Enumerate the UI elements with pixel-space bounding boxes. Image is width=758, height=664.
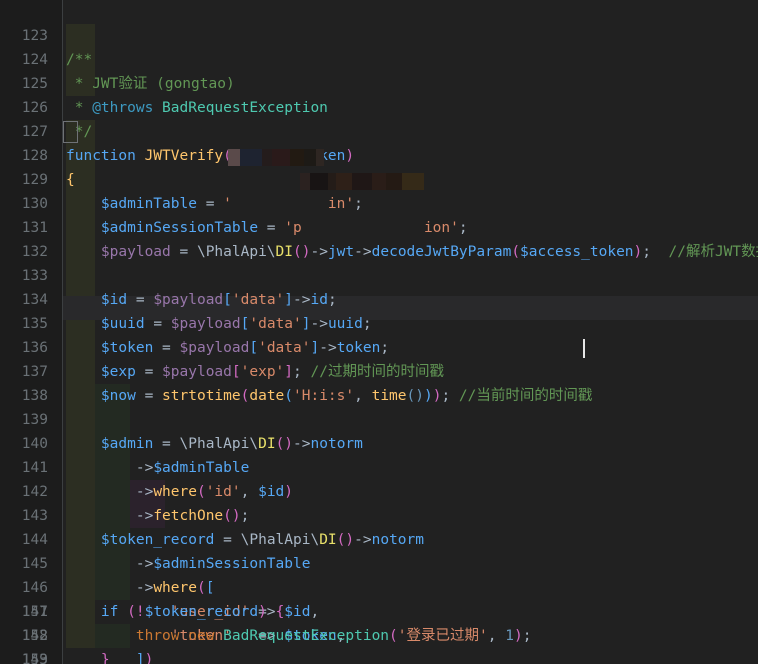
code-row[interactable]: 134 $uuid = $payload['data']->uuid; <box>0 264 758 332</box>
class-bad-request-exception: BadRequestException <box>223 628 390 644</box>
admin-table-name-redaction <box>228 149 324 166</box>
code-row[interactable]: 128 { <box>0 120 758 188</box>
code-row[interactable]: 143 $token_record = \PhalApi\DI()->notor… <box>0 480 758 548</box>
code-row[interactable]: 135 $token = $payload['data']->token; <box>0 288 758 356</box>
brace-close: } <box>100 652 110 664</box>
code-row[interactable]: 153 } <box>0 648 758 664</box>
paren-open: ( <box>389 628 398 644</box>
code-row[interactable]: 145 ->where([ <box>0 528 758 596</box>
text-caret <box>583 339 585 358</box>
code-row[interactable]: 136 $exp = $payload['exp']; //过期时间的时间戳 <box>0 312 758 380</box>
code-text[interactable]: } <box>66 648 110 664</box>
code-row[interactable]: 127 function JWTVerify($access_token) <box>0 96 758 164</box>
keyword-new: new <box>188 628 215 644</box>
code-row[interactable]: 125 * @throws BadRequestException <box>0 48 758 116</box>
code-row[interactable]: 147 'token' => $token, <box>0 576 758 644</box>
line-number: 151 <box>21 604 48 620</box>
line-number: 152 <box>21 628 48 644</box>
code-row[interactable]: 133 $id = $payload['data']->id; <box>0 240 758 308</box>
paren-open: ( <box>127 604 136 620</box>
matching-brace-highlight <box>63 121 78 143</box>
paren-close: ) <box>258 604 267 620</box>
code-row-active[interactable]: 137 $now = strtotime(date('H:i:s', time(… <box>0 336 758 404</box>
code-row[interactable]: 152 throw new BadRequestException('登录已过期… <box>0 624 758 648</box>
code-row[interactable]: 123 /** <box>0 0 758 68</box>
code-row[interactable]: 141 ->where('id', $id) <box>0 432 758 500</box>
admin-session-table-name-redaction <box>300 173 424 190</box>
keyword-throw: throw <box>135 628 180 644</box>
code-row[interactable]: 140 ->$adminTable <box>0 408 758 476</box>
line-number: 153 <box>21 652 48 664</box>
variable-token-record: $token_record <box>144 604 259 620</box>
code-text[interactable]: throw new BadRequestException('登录已过期', 1… <box>66 624 532 648</box>
code-text[interactable]: if (!$token_record) { <box>66 600 284 624</box>
code-row[interactable]: 146 'user_id' => $id, <box>0 552 758 620</box>
code-editor[interactable]: 123 /** 124 * JWT验证 (gongtao) 125 * @thr… <box>0 0 758 664</box>
semicolon: ; <box>522 628 532 644</box>
brace-open: { <box>275 604 285 620</box>
code-row[interactable]: 131 $payload = \PhalApi\DI()->jwt->decod… <box>0 192 758 260</box>
code-row[interactable]: 124 * JWT验证 (gongtao) <box>0 24 758 92</box>
keyword-if: if <box>100 604 119 620</box>
code-row[interactable]: 139 $admin = \PhalApi\DI()->notorm <box>0 384 758 452</box>
code-row[interactable]: 132 <box>0 216 758 260</box>
code-row[interactable]: 142 ->fetchOne(); <box>0 456 758 524</box>
code-row[interactable]: 129 $adminTable = 'xxxxxxxxxxxin'; <box>0 144 758 212</box>
string-expired-message: '登录已过期' <box>397 628 488 644</box>
number-one: 1 <box>505 628 514 644</box>
code-row[interactable]: 138 <box>0 360 758 404</box>
code-row[interactable]: 144 ->$adminSessionTable <box>0 504 758 572</box>
code-row[interactable]: 151 if (!$token_record) { <box>0 600 758 624</box>
not-operator: ! <box>135 604 145 620</box>
paren-close: ) <box>513 628 523 644</box>
code-row[interactable]: 126 */ <box>0 72 758 140</box>
